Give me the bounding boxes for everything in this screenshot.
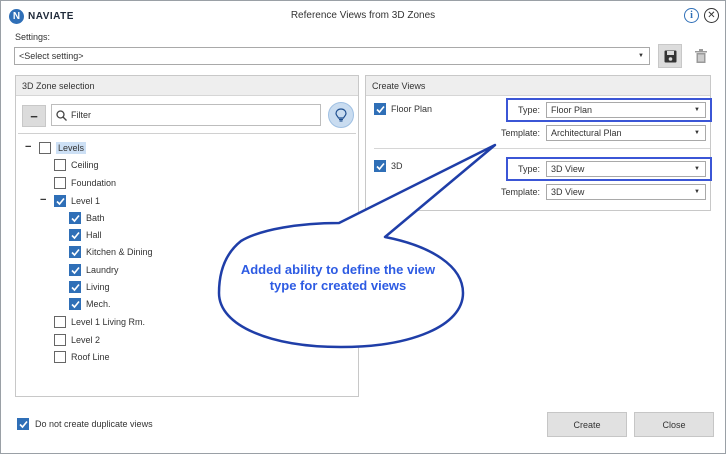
chevron-down-icon: ▼ [694, 130, 700, 136]
checkbox-checked[interactable] [69, 298, 81, 310]
check-icon [375, 105, 385, 113]
checkbox[interactable] [54, 316, 66, 328]
tree-node-label: Levels [56, 142, 87, 154]
checkbox[interactable] [54, 351, 66, 363]
settings-select-value: <Select setting> [19, 51, 84, 61]
checkbox-checked[interactable] [54, 195, 66, 207]
tree-node-label: Roof Line [71, 352, 110, 362]
tree-node-label: Foundation [71, 178, 117, 188]
create-views-header: Create Views [366, 76, 710, 96]
checkbox[interactable] [39, 142, 51, 154]
checkbox-checked[interactable] [69, 264, 81, 276]
save-setting-button[interactable] [658, 44, 682, 68]
check-icon [70, 283, 80, 291]
checkbox-checked[interactable] [17, 418, 29, 430]
collapse-level-1-icon[interactable]: − [40, 193, 46, 207]
save-icon [664, 50, 676, 62]
tree-node-label: Mech. [86, 299, 111, 309]
tree-node-level-1[interactable]: Level 1 [54, 194, 100, 208]
checkbox[interactable] [54, 177, 66, 189]
close-icon[interactable]: ✕ [704, 8, 719, 23]
tree-node-bath[interactable]: Bath [69, 211, 105, 225]
no-duplicate-toggle[interactable]: Do not create duplicate views [17, 418, 153, 430]
no-duplicate-label: Do not create duplicate views [35, 419, 153, 429]
checkbox-checked[interactable] [374, 103, 386, 115]
settings-label: Settings: [15, 32, 51, 42]
floor-plan-template-select[interactable]: Architectural Plan ▼ [546, 125, 706, 141]
check-icon [375, 162, 385, 170]
tree-node-hall[interactable]: Hall [69, 228, 102, 242]
checkbox-checked[interactable] [69, 281, 81, 293]
collapse-all-button[interactable]: − [22, 105, 46, 127]
check-icon [70, 266, 80, 274]
title-bar: N NAVIATE Reference Views from 3D Zones … [1, 1, 725, 29]
settings-select[interactable]: <Select setting> ▼ [14, 47, 650, 65]
window-title: Reference Views from 3D Zones [290, 10, 436, 21]
3d-template-label: Template: [500, 187, 540, 197]
filter-placeholder: Filter [71, 110, 91, 120]
floor-plan-type-highlight [506, 98, 712, 122]
checkbox[interactable] [54, 159, 66, 171]
tree-node-foundation[interactable]: Foundation [54, 176, 116, 190]
tree-node-living[interactable]: Living [69, 280, 110, 294]
check-icon [18, 420, 28, 428]
info-icon[interactable]: i [684, 8, 699, 23]
tree-node-label: Bath [86, 213, 105, 223]
tree-node-label: Laundry [86, 265, 119, 275]
callout-text: Added ability to define the view type fo… [240, 262, 436, 293]
tree-node-ceiling[interactable]: Ceiling [54, 158, 99, 172]
checkbox-checked[interactable] [69, 246, 81, 258]
3d-toggle[interactable]: 3D [374, 160, 403, 172]
check-icon [70, 231, 80, 239]
tree-node-label: Level 1 [71, 196, 101, 206]
filter-input[interactable]: Filter [51, 104, 321, 126]
floor-plan-toggle[interactable]: Floor Plan [374, 103, 432, 115]
check-icon [70, 214, 80, 222]
tree-node-label: Living [86, 282, 110, 292]
tree-node-label: Kitchen & Dining [86, 247, 153, 257]
hint-button[interactable] [328, 102, 354, 128]
search-icon [56, 109, 67, 121]
zone-selection-panel: 3D Zone selection − Filter − Levels Ceil… [15, 75, 359, 397]
create-views-panel: Create Views Floor Plan Type: Floor Plan… [365, 75, 712, 211]
checkbox[interactable] [54, 334, 66, 346]
tree-node-label: Hall [86, 230, 102, 240]
checkbox-checked[interactable] [374, 160, 386, 172]
floor-plan-template-label: Template: [500, 128, 540, 138]
tree-node-kitchen-dining[interactable]: Kitchen & Dining [69, 245, 153, 259]
floor-plan-label: Floor Plan [391, 104, 433, 114]
tree-node-label: Ceiling [71, 160, 99, 170]
create-button[interactable]: Create [547, 412, 627, 437]
tree-node-roof-line[interactable]: Roof Line [54, 350, 110, 364]
tree-node-mech[interactable]: Mech. [69, 297, 111, 311]
check-icon [70, 248, 80, 256]
views-divider [374, 148, 710, 149]
check-icon [55, 197, 65, 205]
trash-icon [695, 49, 707, 63]
3d-label: 3D [391, 161, 403, 171]
tree-node-level-2[interactable]: Level 2 [54, 333, 100, 347]
checkbox-checked[interactable] [69, 212, 81, 224]
lightbulb-icon [335, 108, 347, 122]
tree-node-levels[interactable]: Levels [39, 141, 87, 155]
dialog-window: N NAVIATE Reference Views from 3D Zones … [0, 0, 726, 454]
3d-type-highlight [506, 157, 712, 181]
zone-selection-header: 3D Zone selection [16, 76, 358, 96]
collapse-levels-icon[interactable]: − [25, 140, 31, 154]
chevron-down-icon: ▼ [694, 189, 700, 195]
tree-node-label: Level 2 [71, 335, 101, 345]
chevron-down-icon: ▼ [638, 53, 644, 59]
delete-setting-button[interactable] [689, 44, 713, 68]
close-button[interactable]: Close [634, 412, 714, 437]
3d-template-select[interactable]: 3D View ▼ [546, 184, 706, 200]
3d-template-value: 3D View [551, 187, 585, 197]
tree-node-laundry[interactable]: Laundry [69, 263, 119, 277]
check-icon [70, 300, 80, 308]
checkbox-checked[interactable] [69, 229, 81, 241]
tree-node-label: Level 1 Living Rm. [71, 317, 146, 327]
tree-node-level-1-living-rm[interactable]: Level 1 Living Rm. [54, 315, 145, 329]
floor-plan-template-value: Architectural Plan [551, 128, 622, 138]
